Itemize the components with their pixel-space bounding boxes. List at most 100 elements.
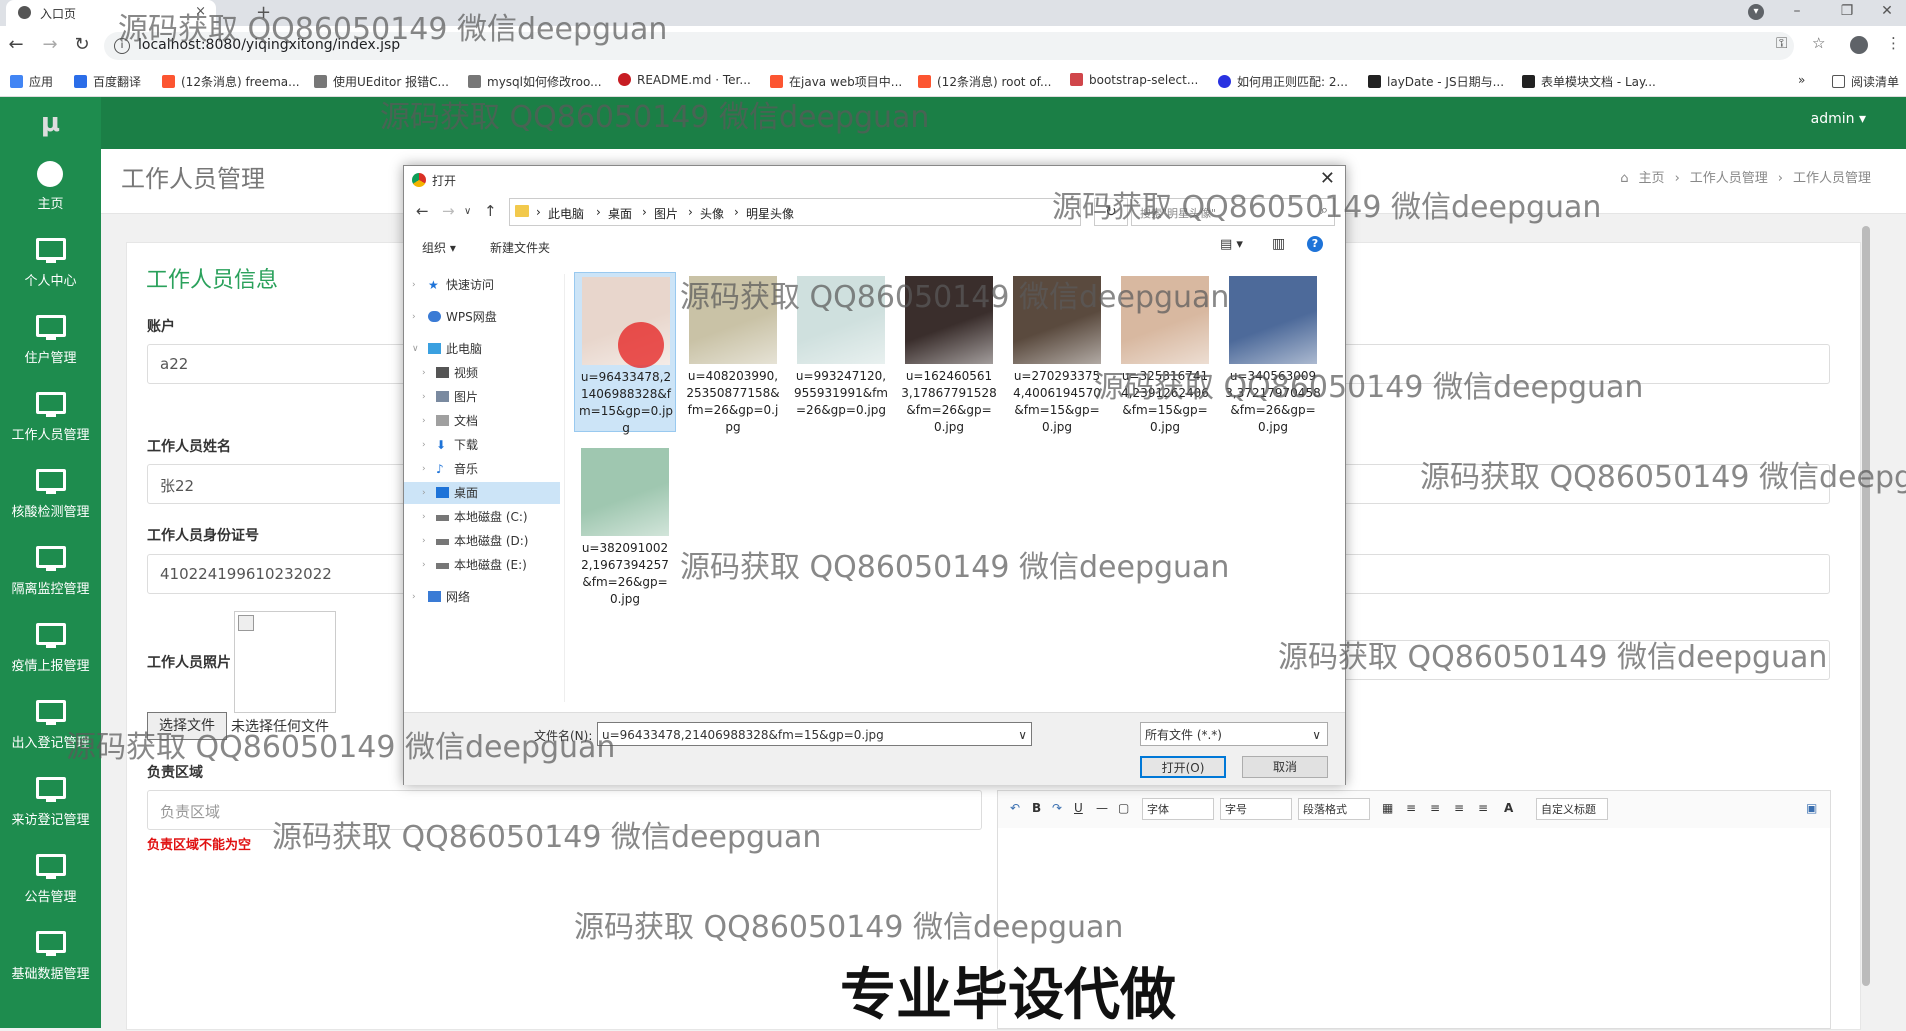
table-icon[interactable]: ▦ <box>1382 801 1393 815</box>
bold-button[interactable]: B <box>1032 801 1041 815</box>
breadcrumb-home[interactable]: 主页 <box>1639 171 1665 186</box>
bookmarks-more[interactable]: » <box>1798 73 1805 87</box>
file-item[interactable]: u=3820910022,1967394257&fm=26&gp=0.jpg <box>574 444 676 606</box>
sidebar-item-staff[interactable]: 工作人员管理 <box>0 380 101 456</box>
breadcrumb-item[interactable]: 工作人员管理 <box>1690 171 1768 186</box>
open-button[interactable]: 打开(O) <box>1140 756 1226 778</box>
sidebar-item-residents[interactable]: 住户管理 <box>0 303 101 379</box>
bookmark-item[interactable]: (12条消息) freema... <box>162 73 300 90</box>
sidebar-item-basic-data[interactable]: 基础数据管理 <box>0 919 101 995</box>
font-size-select[interactable]: 字号 <box>1220 798 1292 820</box>
minimize-icon[interactable]: – <box>1782 3 1812 19</box>
tree-item-wps[interactable]: › WPS网盘 <box>404 306 560 328</box>
path-bar[interactable]: › 此电脑 › 桌面 › 图片 › 头像 › 明星头像 <box>509 198 1081 226</box>
path-segment[interactable]: 此电脑 <box>548 205 584 222</box>
cancel-button[interactable]: 取消 <box>1242 756 1328 778</box>
watermark: 源码获取 QQ86050149 微信deepguan <box>1052 190 1602 225</box>
bookmark-item[interactable]: mysql如何修改roo... <box>468 73 602 90</box>
bookmark-item[interactable]: 使用UEditor 报错C... <box>314 73 449 90</box>
path-segment[interactable]: 明星头像 <box>746 205 794 222</box>
font-color-button[interactable]: A <box>1504 801 1513 815</box>
font-family-select[interactable]: 字体 <box>1142 798 1214 820</box>
forward-icon[interactable]: → <box>38 34 62 55</box>
key-icon[interactable]: ⚿ <box>1776 34 1787 52</box>
bookmark-item[interactable]: 在java web项目中... <box>770 73 902 90</box>
bookmark-item[interactable]: layDate - JS日期与... <box>1368 73 1504 90</box>
fullscreen-icon[interactable]: ▣ <box>1806 801 1817 815</box>
justify-icon[interactable]: ≡ <box>1478 801 1488 815</box>
translate-icon <box>74 75 87 88</box>
tree-item-drive-e[interactable]: › 本地磁盘 (E:) <box>404 554 560 576</box>
horizontal-rule-icon[interactable]: — <box>1096 801 1108 815</box>
tree-item-downloads[interactable]: › ⬇ 下载 <box>404 434 560 456</box>
sidebar-item-report[interactable]: 疫情上报管理 <box>0 611 101 687</box>
back-icon[interactable]: ← <box>4 34 28 55</box>
user-menu[interactable]: admin ▾ <box>1811 111 1866 127</box>
path-segment[interactable]: 图片 <box>654 205 678 222</box>
tree-item-music[interactable]: › ♪ 音乐 <box>404 458 560 480</box>
tree-item-drive-d[interactable]: › 本地磁盘 (D:) <box>404 530 560 552</box>
filetype-select[interactable]: 所有文件 (*.*) ∨ <box>1140 722 1328 746</box>
back-icon[interactable]: ← <box>416 202 429 220</box>
profile-avatar-icon[interactable] <box>1850 36 1868 54</box>
view-options-icon[interactable]: ▤ ▾ <box>1220 237 1243 252</box>
star-icon[interactable]: ☆ <box>1812 34 1825 52</box>
redo-icon[interactable]: ↷ <box>1052 801 1062 815</box>
sidebar-item-home[interactable]: 主页 <box>0 149 101 225</box>
forward-icon[interactable]: → <box>442 202 455 220</box>
tree-item-drive-c[interactable]: › 本地磁盘 (C:) <box>404 506 560 528</box>
page-scrollbar[interactable] <box>1862 226 1870 986</box>
file-list: u=96433478,21406988328&fm=15&gp=0.jpg u=… <box>574 272 1334 702</box>
sidebar-item-profile[interactable]: 个人中心 <box>0 226 101 302</box>
reading-list[interactable]: 阅读清单 <box>1832 73 1899 90</box>
organize-button[interactable]: 组织 ▾ <box>422 239 456 256</box>
bookmark-item[interactable]: bootstrap-select... <box>1070 73 1198 87</box>
bookmark-item[interactable]: (12条消息) root of... <box>918 73 1051 90</box>
bookmark-item[interactable]: README.md · Ter... <box>618 73 751 87</box>
bookmark-item[interactable]: 表单模块文档 - Lay... <box>1522 73 1656 90</box>
align-right-icon[interactable]: ≡ <box>1430 801 1440 815</box>
menu-icon[interactable]: ⋮ <box>1886 34 1901 52</box>
reload-icon[interactable]: ↻ <box>70 34 94 55</box>
recent-dropdown-icon[interactable]: ∨ <box>464 206 471 217</box>
tree-item-network[interactable]: › 网络 <box>404 586 560 608</box>
bookmark-item[interactable]: 如何用正则匹配: 2... <box>1218 73 1348 90</box>
tree-item-this-pc[interactable]: ∨ 此电脑 <box>404 338 560 360</box>
underline-button[interactable]: U <box>1074 801 1083 815</box>
file-name: u=993247120,955931991&fm=26&gp=0.jpg <box>794 369 888 417</box>
chevron-down-icon[interactable]: ∨ <box>1018 723 1027 745</box>
path-segment[interactable]: 桌面 <box>608 205 632 222</box>
tree-item-documents[interactable]: › 文档 <box>404 410 560 432</box>
path-segment[interactable]: 头像 <box>700 205 724 222</box>
music-icon: ♪ <box>436 462 444 476</box>
window-close-icon[interactable]: ✕ <box>1872 3 1902 19</box>
restore-icon[interactable]: ❐ <box>1832 3 1862 19</box>
filename-input[interactable]: u=96433478,21406988328&fm=15&gp=0.jpg ∨ <box>597 722 1032 746</box>
align-center-icon[interactable]: ≡ <box>1454 801 1464 815</box>
custom-title-select[interactable]: 自定义标题 <box>1536 798 1608 820</box>
tree-item-desktop[interactable]: › 桌面 <box>404 482 560 504</box>
sidebar-item-notices[interactable]: 公告管理 <box>0 842 101 918</box>
help-icon[interactable]: ? <box>1307 236 1323 252</box>
page-icon[interactable]: ▢ <box>1118 801 1129 815</box>
sidebar-item-visitor-log[interactable]: 来访登记管理 <box>0 765 101 841</box>
pictures-folder-icon <box>436 391 449 402</box>
sidebar-item-isolation[interactable]: 隔离监控管理 <box>0 534 101 610</box>
paragraph-select[interactable]: 段落格式 <box>1298 798 1370 820</box>
tree-item-pictures[interactable]: › 图片 <box>404 386 560 408</box>
align-left-icon[interactable]: ≡ <box>1406 801 1416 815</box>
new-folder-button[interactable]: 新建文件夹 <box>490 239 550 256</box>
tree-item-quick-access[interactable]: › ★ 快速访问 <box>404 274 560 296</box>
sidebar-item-label: 疫情上报管理 <box>11 659 90 674</box>
bookmark-apps[interactable]: 应用 <box>10 73 53 90</box>
undo-icon[interactable]: ↶ <box>1010 801 1020 815</box>
idcard-label: 工作人员身份证号 <box>147 528 259 544</box>
preview-pane-icon[interactable]: ▥ <box>1272 236 1285 252</box>
sidebar-item-nucleic-test[interactable]: 核酸检测管理 <box>0 457 101 533</box>
tree-item-videos[interactable]: › 视频 <box>404 362 560 384</box>
file-item[interactable]: u=3405630093,37217970458&fm=26&gp=0.jpg <box>1222 272 1324 434</box>
tab-search-icon[interactable]: ▾ <box>1748 4 1764 20</box>
bookmark-item[interactable]: 百度翻译 <box>74 73 141 90</box>
breadcrumb-separator: › <box>1777 171 1783 186</box>
up-icon[interactable]: ↑ <box>484 202 497 220</box>
